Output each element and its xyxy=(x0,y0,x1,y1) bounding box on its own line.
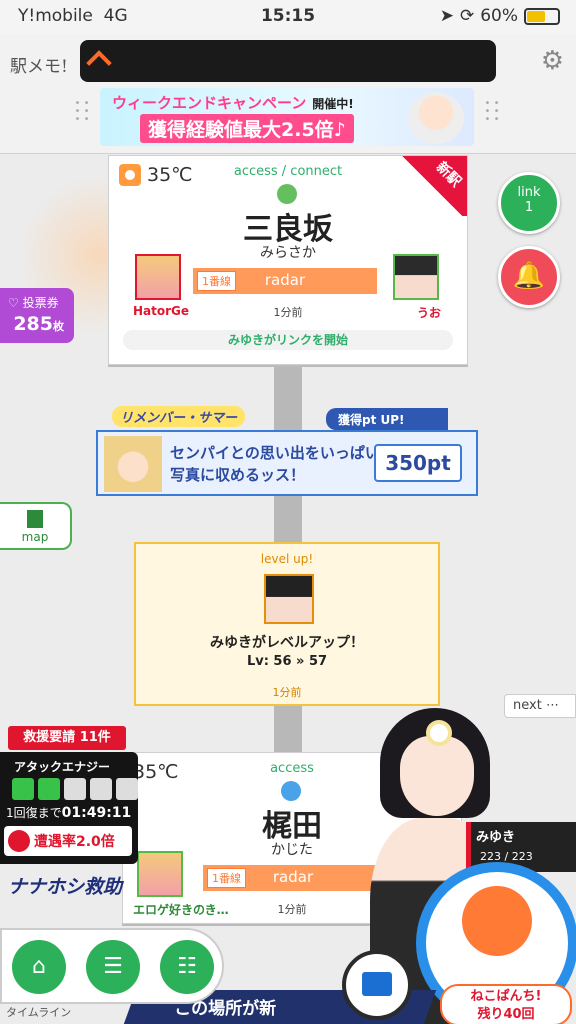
station-card-mirasaka[interactable]: 35℃ access / connect 三良坂 みらさか 新駅 HatorGe… xyxy=(108,155,468,365)
neko-punch-label: ねこぱんち! 残り40回 xyxy=(440,984,572,1024)
mission-points: 350pt xyxy=(374,444,462,482)
user-avatar-left[interactable] xyxy=(137,851,183,897)
radar-bar: 1番線 radar xyxy=(193,268,377,294)
link-count: 1 xyxy=(524,200,534,215)
vote-label: ♡ 投票券 xyxy=(8,296,59,310)
denco-avatar xyxy=(264,574,314,624)
link-status: みゆきがリンクを開始 xyxy=(123,330,453,350)
energy-title: アタックエナジー xyxy=(14,760,111,774)
bottom-nav: ⌂ ☰ ☷ xyxy=(0,928,224,1004)
user-avatar-right[interactable] xyxy=(393,254,439,300)
map-button[interactable]: map xyxy=(0,502,72,550)
event-character-image xyxy=(104,436,162,492)
radar-label: radar xyxy=(272,868,314,886)
bell-icon[interactable]: 🔔 xyxy=(498,246,560,308)
timeline-label: タイムライン xyxy=(6,1006,72,1019)
level-up-message: みゆきがレベルアップ！ xyxy=(210,635,364,651)
chevron-up-icon xyxy=(86,50,112,76)
leaf-icon xyxy=(277,184,297,204)
vote-count: 285枚 xyxy=(13,313,64,335)
campaign-banner[interactable]: ウィークエンドキャンペーン 開催中! 獲得経験値最大2.5倍♪ xyxy=(100,88,474,146)
flower-icon xyxy=(426,720,452,746)
banner-prev-dots[interactable]: • • • • • • xyxy=(72,99,92,130)
banner-next-dots[interactable]: • • • • • • xyxy=(482,99,502,130)
cat-ball-icon xyxy=(462,886,532,956)
rescue-request-badge[interactable]: 救援要請 11件 xyxy=(8,726,126,750)
level-up-title: level up! xyxy=(260,552,314,566)
attack-energy-panel[interactable]: アタックエナジー 1回復まで01:49:11 遭遇率2.0倍 xyxy=(0,752,138,864)
banner-title: ウィークエンドキャンペーン 開催中! xyxy=(112,94,354,112)
pt-up-badge: 獲得pt UP! xyxy=(326,408,448,430)
radar-bar: 1番線 radar xyxy=(203,865,383,891)
banner-subtitle: 獲得経験値最大2.5倍♪ xyxy=(140,114,354,143)
new-station-badge: 新駅 xyxy=(397,156,467,216)
next-button[interactable]: next ⋯ xyxy=(504,694,576,718)
event-mission-card[interactable]: センパイとの思い出をいっぱい写真に収めるッス！ 350pt xyxy=(96,430,478,496)
energy-cell xyxy=(64,778,86,800)
app-logo: 駅メモ! xyxy=(10,57,68,77)
radar-label: radar xyxy=(264,271,306,289)
energy-cell xyxy=(116,778,138,800)
home-icon[interactable]: ⌂ xyxy=(12,940,66,994)
mission-text: センパイとの思い出をいっぱい写真に収めるッス！ xyxy=(170,444,380,484)
briefcase-icon[interactable] xyxy=(342,950,412,1020)
event-title: リメンバー・サマー xyxy=(112,406,246,427)
recover-timer: 1回復まで01:49:11 xyxy=(6,805,132,821)
battery-icon xyxy=(524,7,560,25)
news-ticker[interactable] xyxy=(80,40,496,82)
link-button[interactable]: link 1 xyxy=(498,172,560,234)
location-icon: ➤ xyxy=(439,6,454,26)
character-face xyxy=(400,736,474,816)
access-icon xyxy=(281,781,301,801)
energy-cell xyxy=(90,778,112,800)
list-icon[interactable]: ☰ xyxy=(86,940,140,994)
train-list-icon[interactable]: ☷ xyxy=(160,940,214,994)
neko-punch-button[interactable]: ねこぱんち! 残り40回 xyxy=(416,862,576,1024)
level-change: Lv: 56 » 57 xyxy=(246,654,328,669)
energy-cell xyxy=(38,778,60,800)
level-up-card[interactable]: level up! みゆきがレベルアップ！ Lv: 56 » 57 1分前 xyxy=(134,542,440,706)
time-ago: 1分前 xyxy=(273,306,303,319)
link-label: link xyxy=(517,185,541,200)
neko-inner: ねこぱんち! 残り40回 xyxy=(426,872,572,1024)
map-icon xyxy=(27,510,43,528)
banner-character xyxy=(408,92,464,144)
app-header: 駅メモ! ⚙ • • • • • • ウィークエンドキャンペーン 開催中! 獲得経験値… xyxy=(0,34,576,154)
time-ago: 1分前 xyxy=(272,686,302,699)
rotation-lock-icon: ⟳ xyxy=(459,6,475,26)
character-hp: 223 / 223 xyxy=(480,850,533,863)
encounter-rate: 遭遇率2.0倍 xyxy=(4,826,132,856)
user-avatar-left[interactable] xyxy=(135,254,181,300)
vote-ticket-badge[interactable]: ♡ 投票券 285枚 xyxy=(0,288,74,343)
battery-percent: 60% xyxy=(480,6,518,26)
nanahon-rescue-logo[interactable]: ナナホシ救助 xyxy=(8,872,122,899)
energy-bars xyxy=(12,778,138,800)
gear-icon[interactable]: ⚙ xyxy=(541,46,564,76)
character-name: みゆき xyxy=(476,830,516,845)
energy-cell xyxy=(12,778,34,800)
status-bar: Y!mobile 4G 15:15 ➤ ⟳ 60% xyxy=(0,0,576,34)
